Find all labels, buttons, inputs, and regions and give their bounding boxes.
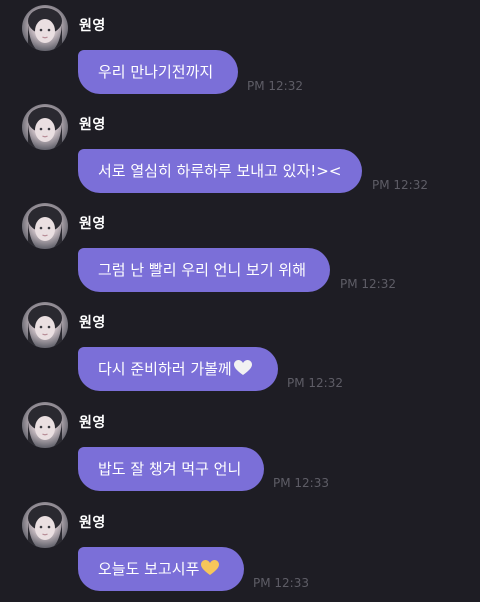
message-time: PM 12:32	[340, 277, 396, 291]
white-heart-icon	[233, 349, 252, 393]
message-text: 밥도 잘 챙겨 먹구 언니	[98, 460, 242, 478]
avatar[interactable]	[22, 104, 68, 150]
message-text: 그럼 난 빨리 우리 언니 보기 위해	[98, 261, 307, 279]
message-text: 오늘도 보고시푸	[98, 560, 200, 578]
message-bubble[interactable]: 다시 준비하러 가볼께	[78, 347, 278, 391]
yellow-heart-icon	[201, 549, 220, 593]
message-row: 원영 그럼 난 빨리 우리 언니 보기 위해 PM 12:32	[0, 203, 480, 303]
sender-name: 원영	[79, 415, 106, 431]
message-time: PM 12:32	[287, 376, 343, 390]
message-bubble[interactable]: 오늘도 보고시푸	[78, 547, 244, 591]
sender-name: 원영	[79, 18, 106, 34]
message-time: PM 12:33	[253, 576, 309, 590]
message-row: 원영 서로 열심히 하루하루 보내고 있자!>< PM 12:32	[0, 104, 480, 204]
message-bubble[interactable]: 그럼 난 빨리 우리 언니 보기 위해	[78, 248, 330, 292]
message-bubble[interactable]: 서로 열심히 하루하루 보내고 있자!><	[78, 149, 362, 193]
message-bubble[interactable]: 밥도 잘 챙겨 먹구 언니	[78, 447, 264, 491]
message-row: 원영 밥도 잘 챙겨 먹구 언니 PM 12:33	[0, 402, 480, 502]
message-time: PM 12:33	[273, 476, 329, 490]
message-time: PM 12:32	[247, 79, 303, 93]
message-bubble[interactable]: 우리 만나기전까지	[78, 50, 238, 94]
message-text: 다시 준비하러 가볼께	[98, 360, 232, 378]
message-row: 원영 우리 만나기전까지 PM 12:32	[0, 5, 480, 105]
avatar[interactable]	[22, 402, 68, 448]
chat-thread: 원영 우리 만나기전까지 PM 12:32 원영 서로 열심히 하루하루 보내고…	[0, 0, 480, 598]
message-row: 원영 다시 준비하러 가볼께 PM 12:32	[0, 302, 480, 402]
sender-name: 원영	[79, 315, 106, 331]
sender-name: 원영	[79, 515, 106, 531]
avatar[interactable]	[22, 5, 68, 51]
avatar[interactable]	[22, 502, 68, 548]
avatar[interactable]	[22, 302, 68, 348]
message-row: 원영 오늘도 보고시푸 PM 12:33	[0, 502, 480, 602]
message-text: 우리 만나기전까지	[98, 63, 214, 81]
message-time: PM 12:32	[372, 178, 428, 192]
avatar[interactable]	[22, 203, 68, 249]
sender-name: 원영	[79, 216, 106, 232]
message-text: 서로 열심히 하루하루 보내고 있자!><	[98, 162, 342, 180]
sender-name: 원영	[79, 117, 106, 133]
